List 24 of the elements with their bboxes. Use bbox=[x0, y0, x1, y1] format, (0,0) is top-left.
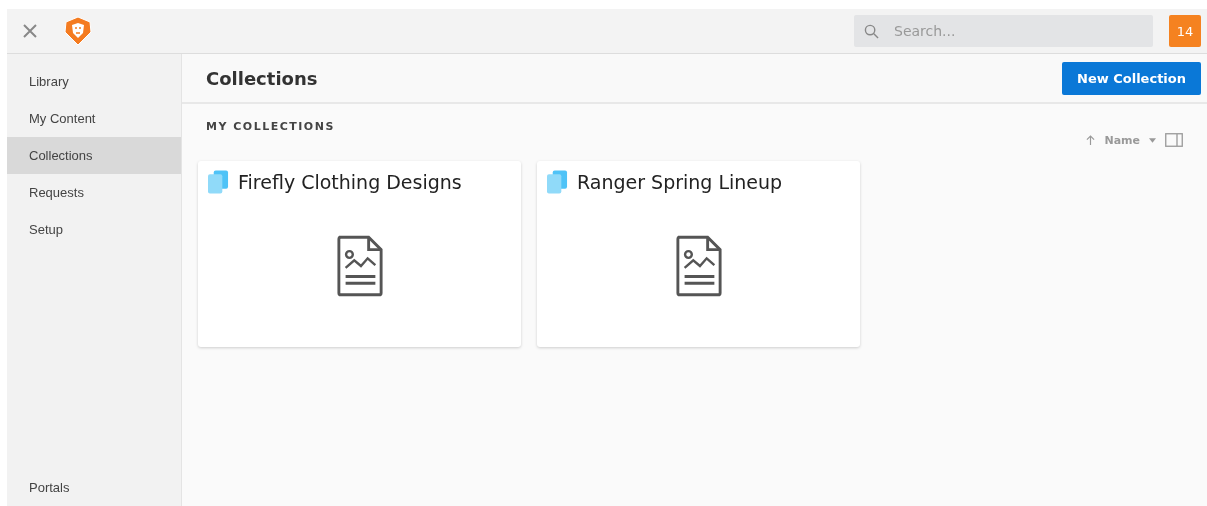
image-document-icon bbox=[674, 234, 723, 297]
sidebar-item[interactable]: Requests bbox=[7, 174, 181, 211]
collection-name: Firefly Clothing Designs bbox=[238, 171, 462, 193]
sidebar-item[interactable]: Collections bbox=[7, 137, 181, 174]
collection-icon bbox=[547, 170, 568, 194]
caret-icon[interactable] bbox=[1149, 137, 1156, 143]
image-document-icon bbox=[335, 234, 384, 297]
search-icon bbox=[864, 24, 879, 39]
collection-card[interactable]: Ranger Spring Lineup bbox=[537, 161, 860, 347]
new-collection-button[interactable]: New Collection bbox=[1062, 61, 1201, 95]
search-field[interactable]: Search... bbox=[854, 15, 1153, 47]
sidebar-item[interactable]: Portals bbox=[7, 480, 181, 506]
collection-card[interactable]: Firefly Clothing Designs bbox=[198, 161, 521, 347]
panel-toggle-icon[interactable] bbox=[1165, 133, 1183, 147]
page-title: Collections bbox=[206, 67, 318, 89]
collection-name: Ranger Spring Lineup bbox=[577, 171, 783, 193]
lion-logo-icon[interactable] bbox=[63, 16, 93, 46]
collection-icon bbox=[208, 170, 229, 194]
sort-arrow-icon[interactable] bbox=[1086, 134, 1096, 146]
section-title: MY COLLECTIONS bbox=[206, 120, 336, 133]
close-icon[interactable] bbox=[23, 24, 37, 38]
sidebar-item[interactable]: Library bbox=[7, 63, 181, 100]
sidebar-item[interactable]: My Content bbox=[7, 100, 181, 137]
sidebar-item[interactable]: Setup bbox=[7, 211, 181, 248]
